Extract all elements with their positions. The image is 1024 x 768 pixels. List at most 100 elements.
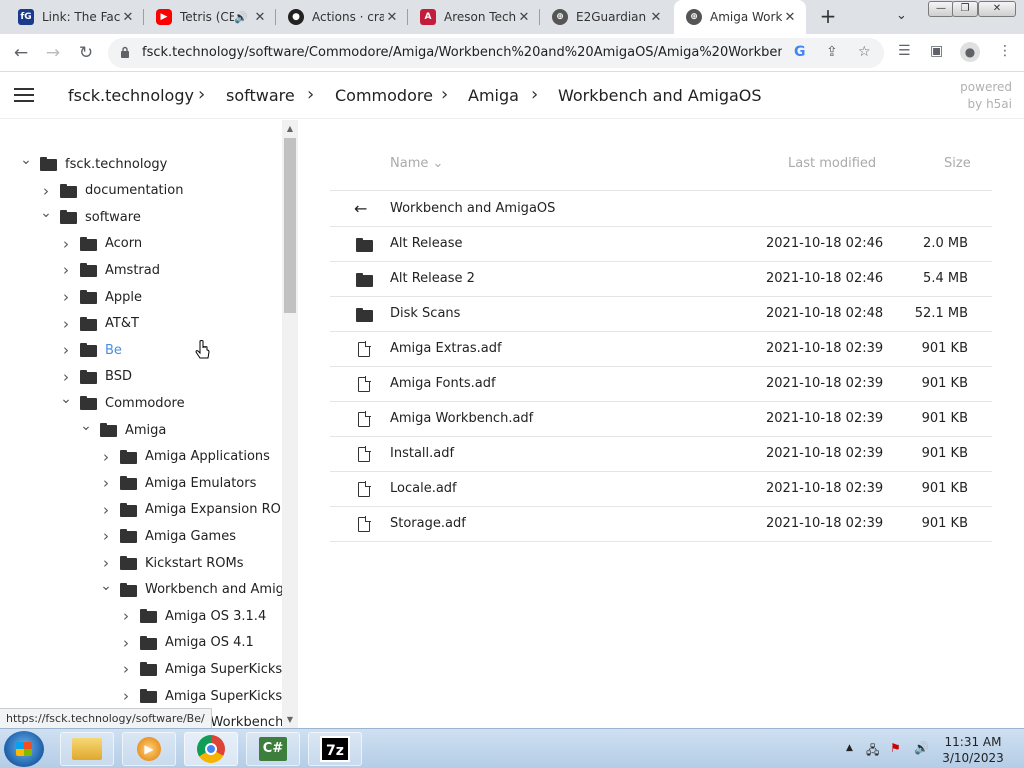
column-name-header[interactable]: Name ⌄ <box>390 156 443 171</box>
parent-folder-row[interactable]: ← Workbench and AmigaOS <box>330 192 992 227</box>
minimize-button[interactable]: — <box>928 1 954 17</box>
tree-item[interactable]: › Amstrad <box>60 257 160 283</box>
chevron-right-icon[interactable]: › <box>100 527 112 545</box>
tree-item[interactable]: › AT&T <box>60 311 139 337</box>
chevron-down-icon[interactable]: ⌄ <box>60 391 72 407</box>
chevron-right-icon[interactable]: › <box>100 448 112 466</box>
breadcrumb-item-current[interactable]: Workbench and AmigaOS <box>558 86 762 105</box>
action-center-flag-icon[interactable]: ⚑ <box>890 741 901 755</box>
tree-item[interactable]: ⌄ Commodore <box>60 390 184 416</box>
tree-item[interactable]: › Amiga SuperKickstart <box>120 656 298 682</box>
start-button[interactable] <box>4 731 44 767</box>
media-queue-icon[interactable]: ☰ <box>898 43 911 59</box>
chevron-right-icon[interactable]: › <box>120 607 132 625</box>
tree-item[interactable]: › Amiga SuperKickstart <box>120 683 298 709</box>
tab-2[interactable]: ▶ Tetris (CE 🔊 ✕ <box>144 0 276 34</box>
tree-item[interactable]: › Acorn <box>60 231 142 257</box>
powered-by-label[interactable]: powered by h5ai <box>950 79 1012 113</box>
chevron-right-icon[interactable]: › <box>60 288 72 306</box>
back-arrow-icon[interactable]: ← <box>10 42 32 64</box>
taskbar-media-player[interactable]: ▶ <box>122 732 176 766</box>
tree-item[interactable]: › Amiga Applications <box>100 444 270 470</box>
chevron-down-icon[interactable]: ⌄ <box>20 152 32 168</box>
tree-item[interactable]: › BSD <box>60 364 132 390</box>
show-hidden-icons-icon[interactable]: ▲ <box>846 743 853 753</box>
bookmark-star-icon[interactable]: ☆ <box>858 44 871 60</box>
file-row[interactable]: Install.adf 2021-10-18 02:39 901 KB <box>330 437 992 472</box>
tree-item[interactable]: › Amiga OS 4.1 <box>120 630 254 656</box>
tab-4[interactable]: A Areson Tech ✕ <box>408 0 540 34</box>
forward-arrow-icon[interactable]: → <box>42 42 64 64</box>
share-icon[interactable]: ⇪ <box>826 44 838 60</box>
url-text[interactable]: fsck.technology/software/Commodore/Amiga… <box>142 45 782 60</box>
tab-close-icon[interactable]: ✕ <box>120 10 136 25</box>
chevron-right-icon[interactable]: › <box>60 341 72 359</box>
chevron-right-icon[interactable]: › <box>100 474 112 492</box>
speaker-icon[interactable]: 🔊 <box>234 11 248 24</box>
chevron-right-icon[interactable]: › <box>40 182 52 200</box>
tab-5[interactable]: ⊕ E2Guardian ✕ <box>540 0 672 34</box>
tree-item[interactable]: ⌄ fsck.technology <box>20 151 167 177</box>
network-icon[interactable]: 🖧 <box>866 741 879 762</box>
side-panel-icon[interactable]: ▣ <box>930 43 943 59</box>
file-row[interactable]: Locale.adf 2021-10-18 02:39 901 KB <box>330 472 992 507</box>
profile-avatar-icon[interactable]: ● <box>960 42 980 62</box>
scroll-down-arrow-icon[interactable]: ▼ <box>284 715 296 724</box>
tree-item[interactable]: › Be <box>60 337 122 363</box>
taskbar-explorer[interactable] <box>60 732 114 766</box>
file-row[interactable]: Amiga Extras.adf 2021-10-18 02:39 901 KB <box>330 332 992 367</box>
chevron-down-icon[interactable]: ⌄ <box>100 578 112 594</box>
system-clock[interactable]: 11:31 AM 3/10/2023 <box>940 734 1006 766</box>
restore-button[interactable]: ❐ <box>952 1 978 17</box>
breadcrumb-item[interactable]: Amiga <box>468 86 519 105</box>
taskbar-7zip[interactable]: 7z <box>308 732 362 766</box>
tree-item[interactable]: ⌄ Workbench and AmigaOS <box>100 577 298 603</box>
chevron-right-icon[interactable]: › <box>100 554 112 572</box>
tree-item[interactable]: › Amiga Expansion ROMs <box>100 497 298 523</box>
chevron-right-icon[interactable]: › <box>60 315 72 333</box>
file-row[interactable]: Amiga Fonts.adf 2021-10-18 02:39 901 KB <box>330 367 992 402</box>
breadcrumb-item[interactable]: Commodore <box>335 86 433 105</box>
chevron-right-icon[interactable]: › <box>100 501 112 519</box>
folder-row[interactable]: Alt Release 2 2021-10-18 02:46 5.4 MB <box>330 262 992 297</box>
taskbar-chrome[interactable] <box>184 732 238 766</box>
tree-item[interactable]: › Amiga Games <box>100 523 236 549</box>
tree-item[interactable]: › Amiga OS 3.1.4 <box>120 603 266 629</box>
chevron-right-icon[interactable]: › <box>60 235 72 253</box>
chevron-right-icon[interactable]: › <box>120 634 132 652</box>
tree-item[interactable]: › documentation <box>40 178 183 204</box>
chevron-right-icon[interactable]: › <box>60 261 72 279</box>
tab-close-icon[interactable]: ✕ <box>252 10 268 25</box>
tab-close-icon[interactable]: ✕ <box>648 10 664 25</box>
file-row[interactable]: Amiga Workbench.adf 2021-10-18 02:39 901 K… <box>330 402 992 437</box>
address-bar[interactable]: fsck.technology/software/Commodore/Amiga… <box>108 38 884 68</box>
tree-item[interactable]: › Apple <box>60 284 142 310</box>
reload-icon[interactable]: ↻ <box>75 42 97 64</box>
tab-search-chevron-icon[interactable]: ⌄ <box>896 8 907 23</box>
google-icon[interactable]: G <box>794 44 806 60</box>
new-tab-button[interactable]: + <box>816 5 840 29</box>
taskbar-csharp[interactable]: C# <box>246 732 300 766</box>
scroll-up-arrow-icon[interactable]: ▲ <box>284 124 296 133</box>
chevron-down-icon[interactable]: ⌄ <box>40 205 52 221</box>
chevron-right-icon[interactable]: › <box>120 687 132 705</box>
chevron-right-icon[interactable]: › <box>60 368 72 386</box>
volume-icon[interactable]: 🔊 <box>914 741 929 755</box>
chevron-right-icon[interactable]: › <box>120 660 132 678</box>
sidebar-scrollbar-thumb[interactable] <box>284 138 296 313</box>
hamburger-menu-icon[interactable] <box>14 88 34 102</box>
close-window-button[interactable]: ✕ <box>978 1 1016 17</box>
folder-row[interactable]: Disk Scans 2021-10-18 02:48 52.1 MB <box>330 297 992 332</box>
tab-close-icon[interactable]: ✕ <box>384 10 400 25</box>
tree-item[interactable]: ⌄ Amiga <box>80 417 166 443</box>
column-modified-header[interactable]: Last modified <box>788 156 876 171</box>
column-size-header[interactable]: Size <box>944 156 971 171</box>
tab-close-icon[interactable]: ✕ <box>516 10 532 25</box>
chevron-down-icon[interactable]: ⌄ <box>80 418 92 434</box>
folder-row[interactable]: Alt Release 2021-10-18 02:46 2.0 MB <box>330 227 992 262</box>
tree-item[interactable]: › Amiga Emulators <box>100 470 256 496</box>
tab-3[interactable]: ● Actions · crac ✕ <box>276 0 408 34</box>
tab-close-icon[interactable]: ✕ <box>782 10 798 25</box>
tree-item[interactable]: › Kickstart ROMs <box>100 550 243 576</box>
more-menu-icon[interactable]: ⋮ <box>998 43 1012 59</box>
